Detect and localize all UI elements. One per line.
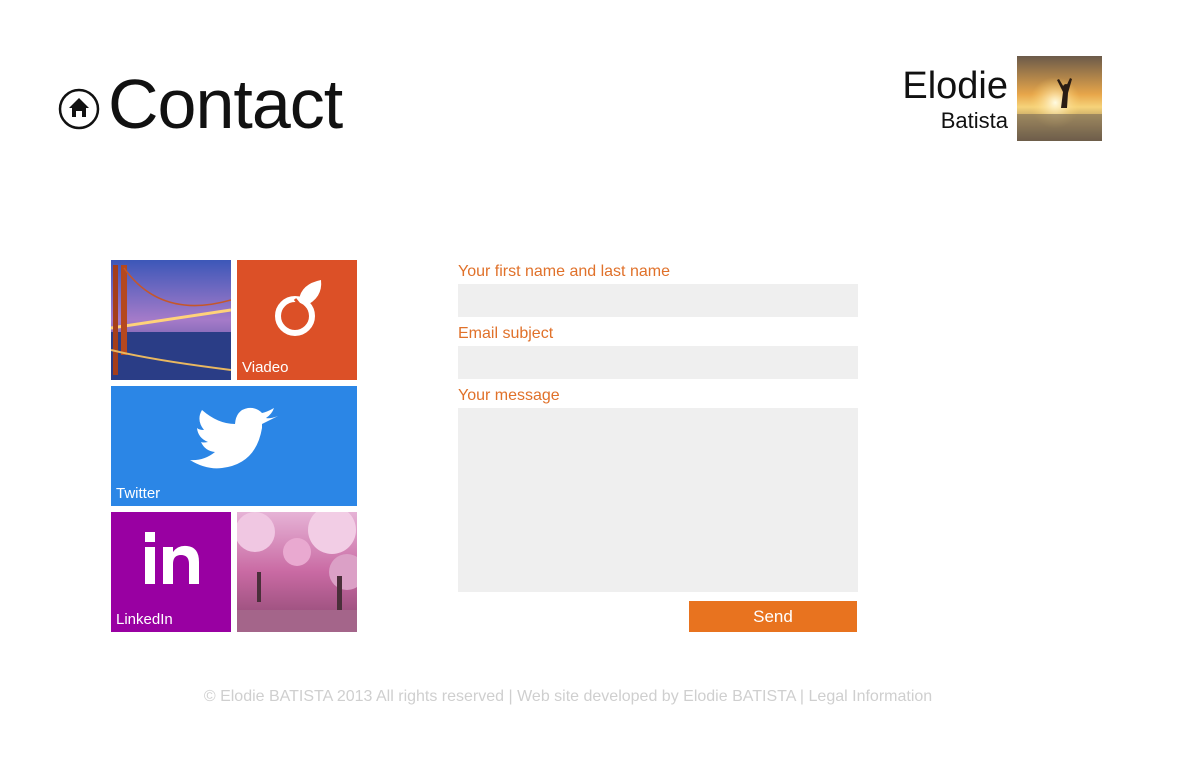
blossom-photo-tile[interactable] [237, 512, 357, 632]
avatar [1017, 56, 1102, 141]
footer-copyright: © Elodie BATISTA 2013 All rights reserve… [203, 688, 505, 705]
home-icon[interactable] [58, 88, 100, 130]
footer-separator: | [795, 688, 809, 705]
profile-block: Elodie Batista [902, 56, 1102, 141]
message-textarea[interactable] [458, 408, 858, 592]
twitter-tile[interactable]: Twitter [111, 386, 357, 506]
name-label: Your first name and last name [458, 263, 670, 280]
contact-form: Your first name and last name Email subj… [458, 262, 858, 599]
send-button[interactable]: Send [689, 601, 857, 632]
footer: © Elodie BATISTA 2013 All rights reserve… [0, 688, 1136, 706]
profile-last-name: Batista [940, 108, 1008, 133]
footer-developer-link[interactable]: Web site developed by Elodie BATISTA [517, 688, 795, 705]
profile-first-name: Elodie [902, 65, 1008, 107]
viadeo-icon [275, 280, 322, 336]
linkedin-icon [145, 532, 199, 584]
message-label: Your message [458, 387, 560, 404]
subject-label: Email subject [458, 325, 554, 342]
footer-legal-link[interactable]: Legal Information [809, 688, 933, 705]
name-input[interactable] [458, 284, 858, 317]
twitter-bird-icon [190, 407, 278, 469]
subject-input[interactable] [458, 346, 858, 379]
viadeo-label: Viadeo [242, 359, 289, 376]
page-title: Contact [108, 65, 343, 143]
twitter-label: Twitter [116, 485, 161, 502]
viadeo-tile[interactable]: Viadeo [237, 260, 357, 380]
linkedin-label: LinkedIn [116, 611, 173, 628]
linkedin-tile[interactable]: LinkedIn [111, 512, 231, 632]
bridge-photo-tile[interactable] [111, 260, 231, 380]
footer-separator: | [504, 688, 518, 705]
